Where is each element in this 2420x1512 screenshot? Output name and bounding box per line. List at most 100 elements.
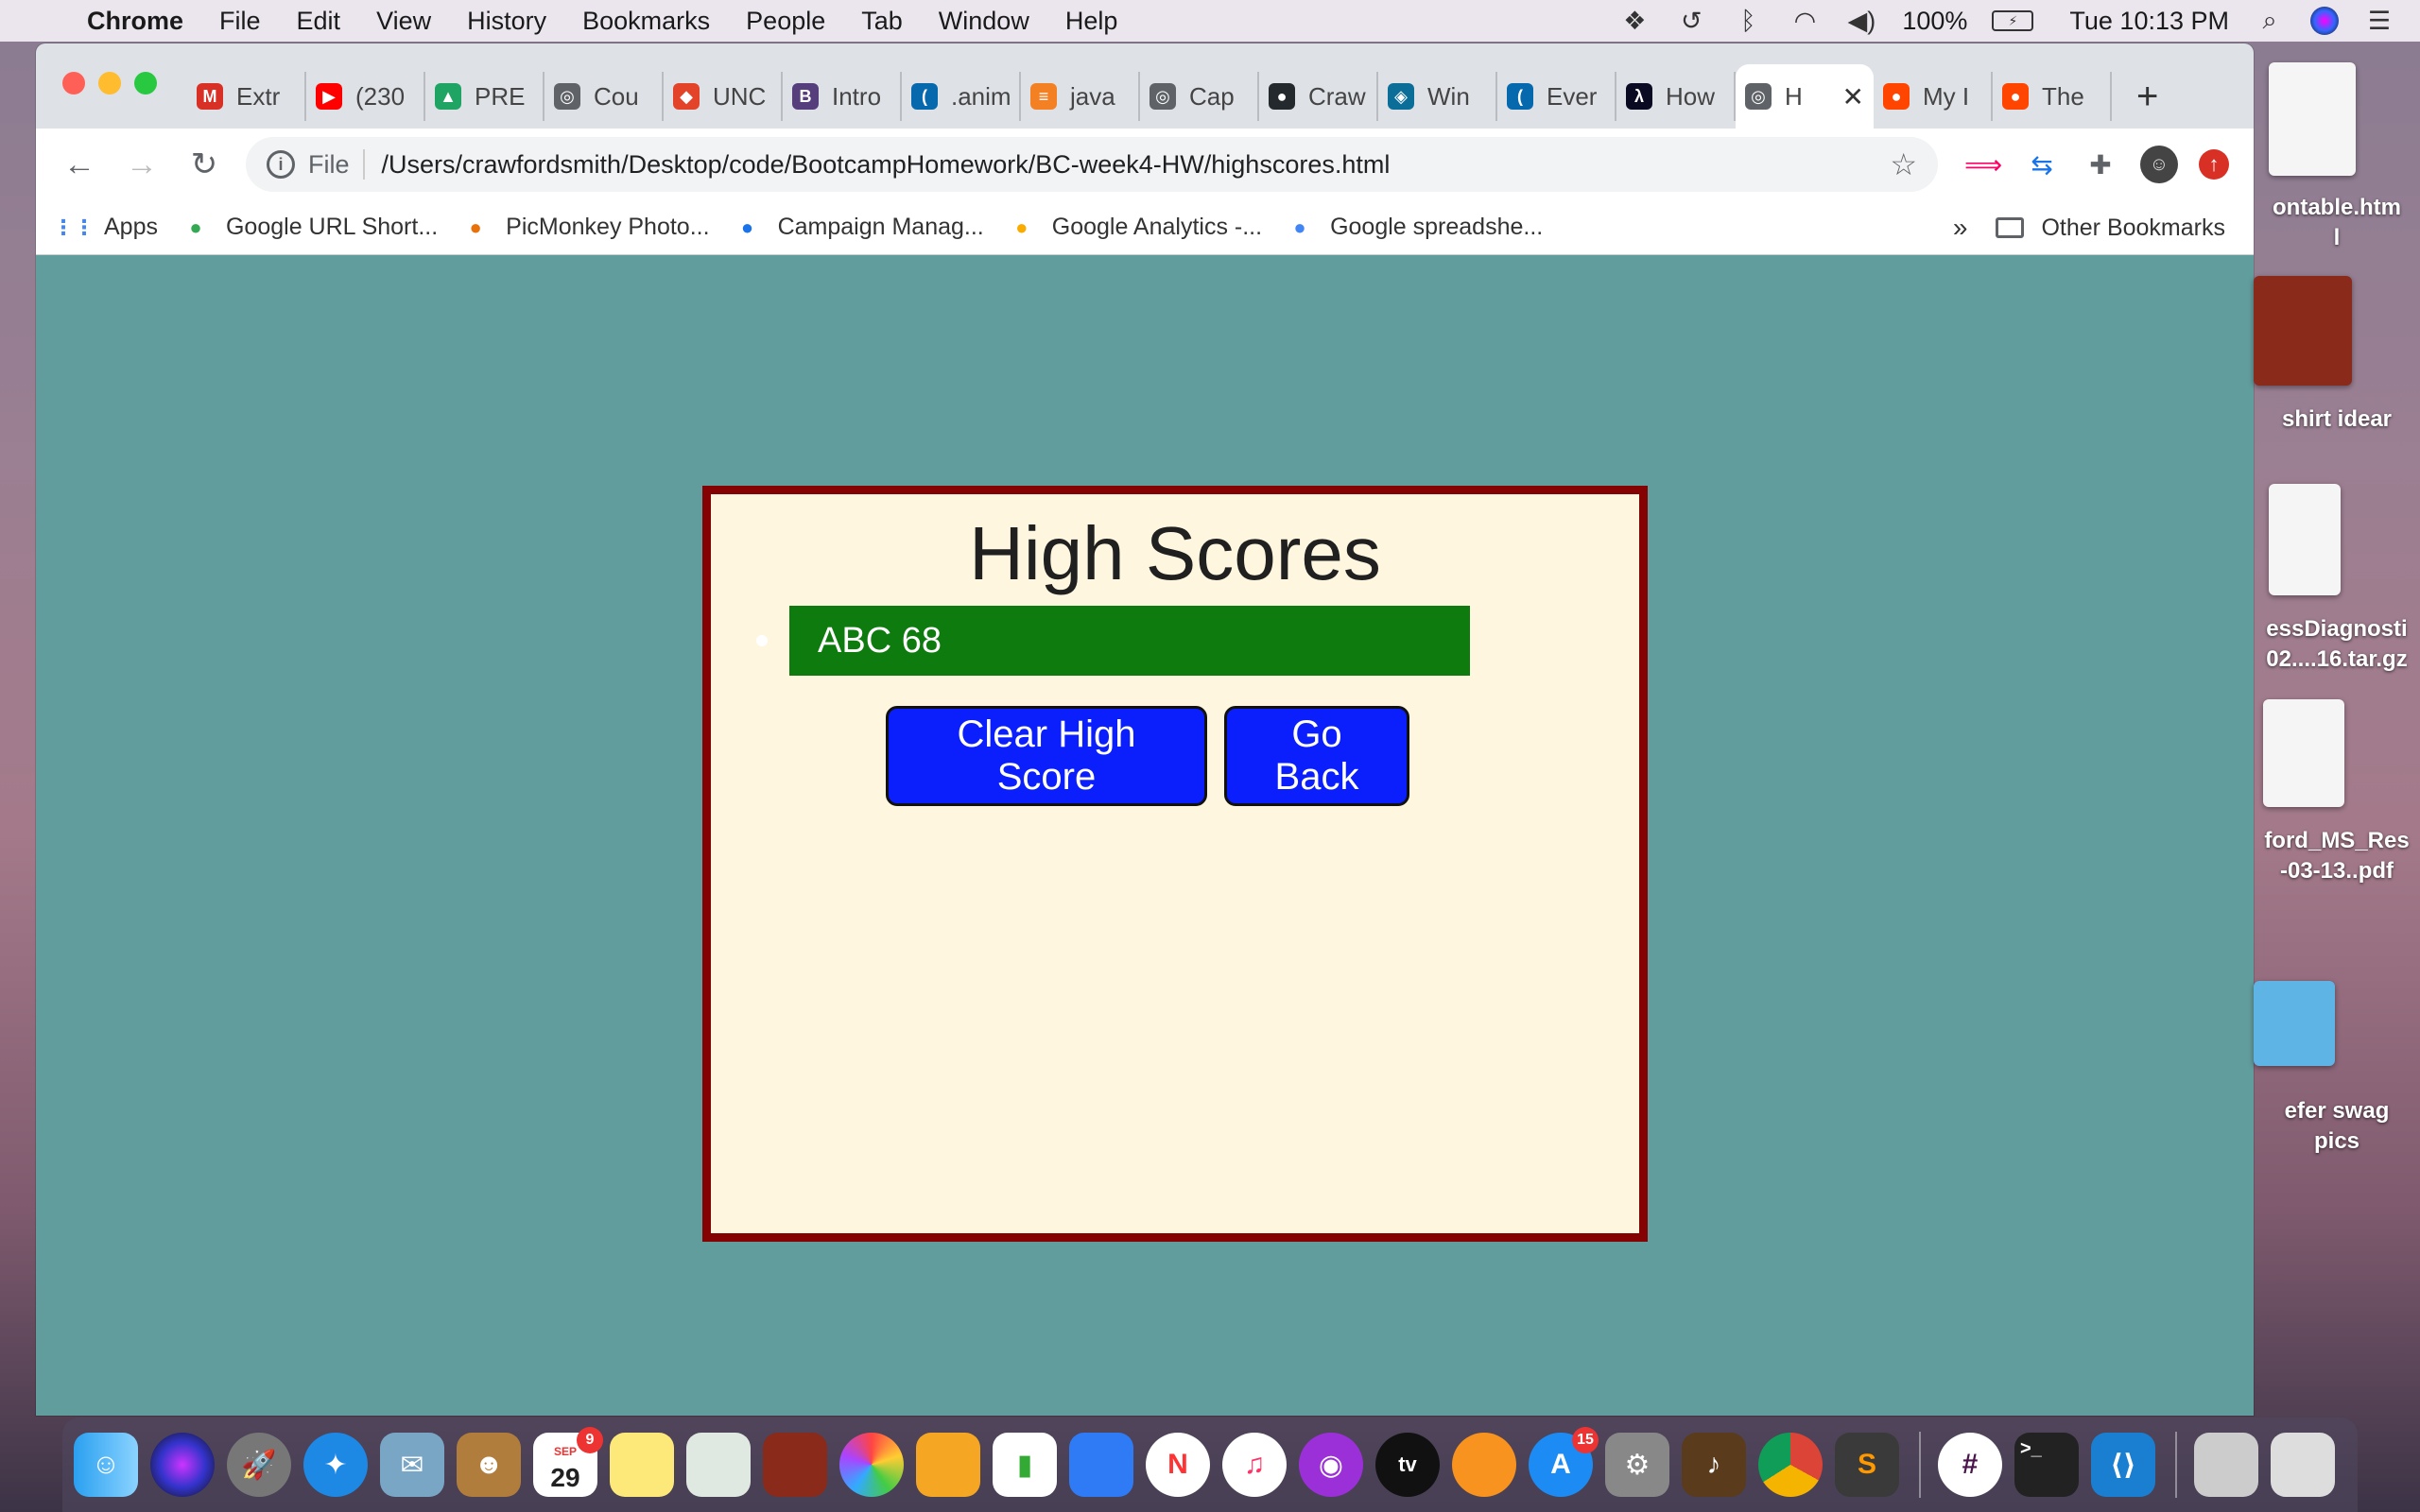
photo-booth-icon[interactable] (763, 1433, 827, 1497)
reload-icon[interactable]: ↻ (185, 146, 223, 183)
image-file-icon[interactable] (2254, 276, 2352, 386)
books-icon[interactable] (1452, 1433, 1516, 1497)
siri-dock-icon[interactable] (150, 1433, 215, 1497)
forward-arrow-icon[interactable]: → (123, 146, 161, 183)
tab-6[interactable]: (.anim (902, 72, 1021, 121)
notification-center-icon[interactable]: ☰ (2363, 7, 2395, 36)
desktop-item-archive[interactable]: essDiagnosti 02....16.tar.gz (2254, 614, 2420, 675)
site-info-icon[interactable]: i (267, 150, 295, 179)
chrome-dock-icon[interactable] (1758, 1433, 1823, 1497)
bookmark-5[interactable]: ● Google spreadshe... (1287, 214, 1543, 241)
bookmark-2[interactable]: ● PicMonkey Photo... (462, 214, 710, 241)
sublime-text-icon[interactable]: S (1835, 1433, 1899, 1497)
menu-people[interactable]: People (746, 7, 825, 36)
menu-edit[interactable]: Edit (297, 7, 341, 36)
bluetooth-icon[interactable]: ᛒ (1732, 7, 1764, 36)
downloads-stack-icon[interactable] (2194, 1433, 2258, 1497)
battery-percent[interactable]: 100% (1902, 7, 1967, 36)
calendar-icon[interactable]: SEP 29 9 (533, 1427, 603, 1497)
spotlight-search-icon[interactable]: ⌕ (2254, 6, 2286, 36)
folder-icon[interactable] (2254, 981, 2335, 1066)
html-file-icon[interactable] (2269, 62, 2356, 176)
trash-icon[interactable] (2271, 1433, 2335, 1497)
terminal-icon[interactable]: >_ (2014, 1433, 2079, 1497)
launchpad-icon[interactable]: 🚀 (227, 1433, 291, 1497)
system-preferences-icon[interactable]: ⚙ (1605, 1433, 1669, 1497)
close-window-button[interactable] (62, 72, 85, 94)
tab-3[interactable]: ◎ Cou (544, 72, 664, 121)
tab-12[interactable]: λ How (1616, 72, 1736, 121)
pdf-file-icon[interactable] (2263, 699, 2344, 807)
siri-icon[interactable] (2310, 7, 2339, 35)
tab-7[interactable]: ≡ java (1021, 72, 1140, 121)
menu-help[interactable]: Help (1065, 7, 1118, 36)
update-icon[interactable]: ↑ (2199, 149, 2229, 180)
photos-icon[interactable] (839, 1433, 904, 1497)
safari-icon[interactable]: ✦ (303, 1433, 368, 1497)
more-bookmarks-chevron-icon[interactable]: » (1953, 213, 1968, 243)
notes-icon[interactable] (610, 1433, 674, 1497)
desktop-item-html[interactable]: ontable.htm l (2254, 193, 2420, 253)
other-bookmarks[interactable]: Other Bookmarks (2041, 215, 2225, 242)
keynote-icon[interactable] (1069, 1433, 1133, 1497)
desktop-item-folder[interactable]: efer swag pics (2254, 1096, 2420, 1157)
clear-high-score-button[interactable]: Clear High Score (886, 706, 1207, 806)
tab-8[interactable]: ◎ Cap (1140, 72, 1259, 121)
tab-9[interactable]: ● Craw (1259, 72, 1378, 121)
tab-11[interactable]: (Ever (1497, 72, 1616, 121)
minimize-window-button[interactable] (98, 72, 121, 94)
battery-icon[interactable]: ⚡ (1992, 10, 2034, 31)
tab-14[interactable]: ● My I (1874, 72, 1993, 121)
bookmark-star-icon[interactable]: ☆ (1890, 146, 1917, 182)
desktop-item-pdf[interactable]: ford_MS_Res -03-13..pdf (2254, 826, 2420, 886)
pages-icon[interactable] (916, 1433, 980, 1497)
tab-10[interactable]: ◈ Win (1378, 72, 1497, 121)
address-bar[interactable]: i File /Users/crawfordsmith/Desktop/code… (246, 137, 1938, 192)
music-icon[interactable]: ♫ (1222, 1433, 1287, 1497)
bookmark-4[interactable]: ● Google Analytics -... (1009, 214, 1262, 241)
tab-2[interactable]: ▲ PRE (425, 72, 544, 121)
app-store-icon[interactable]: A 15 (1529, 1427, 1599, 1497)
numbers-icon[interactable]: ▮ (993, 1433, 1057, 1497)
archive-file-icon[interactable] (2269, 484, 2341, 595)
menu-tab[interactable]: Tab (861, 7, 903, 36)
profile-avatar[interactable]: ☺ (2140, 146, 2178, 183)
bookmark-0[interactable]: ⋮⋮ Apps (53, 214, 158, 241)
menu-file[interactable]: File (219, 7, 261, 36)
menu-history[interactable]: History (467, 7, 546, 36)
go-back-button[interactable]: Go Back (1224, 706, 1409, 806)
tab-5[interactable]: B Intro (783, 72, 902, 121)
vscode-icon[interactable]: ⟨⟩ (2091, 1433, 2155, 1497)
menu-bookmarks[interactable]: Bookmarks (582, 7, 710, 36)
address-url[interactable]: /Users/crawfordsmith/Desktop/code/Bootca… (382, 150, 1391, 180)
tab-4[interactable]: ◆ UNC (664, 72, 783, 121)
menu-window[interactable]: Window (939, 7, 1029, 36)
volume-icon[interactable]: ◀) (1845, 7, 1877, 36)
tab-0[interactable]: M Extr (187, 72, 306, 121)
contacts-icon[interactable]: ☻ (457, 1433, 521, 1497)
time-machine-icon[interactable]: ↺ (1675, 7, 1707, 36)
tab-close-icon[interactable]: ✕ (1842, 81, 1864, 112)
wifi-icon[interactable]: ◠ (1789, 7, 1821, 36)
new-tab-icon[interactable]: + (2136, 76, 2158, 118)
extension-sync-icon[interactable]: ⇆ (2023, 146, 2061, 183)
menubar-clock[interactable]: Tue 10:13 PM (2069, 7, 2229, 36)
mail-icon[interactable]: ✉ (380, 1433, 444, 1497)
desktop-item-image[interactable]: shirt idear (2254, 404, 2420, 435)
zoom-window-button[interactable] (134, 72, 157, 94)
back-arrow-icon[interactable]: ← (60, 146, 98, 183)
slack-icon[interactable]: # (1938, 1433, 2002, 1497)
extension-share-icon[interactable]: ⟹ (1964, 146, 2002, 183)
menu-app-name[interactable]: Chrome (87, 7, 183, 36)
finder-icon[interactable]: ☺ (74, 1433, 138, 1497)
podcasts-icon[interactable]: ◉ (1299, 1433, 1363, 1497)
maps-icon[interactable] (686, 1433, 751, 1497)
extensions-puzzle-icon[interactable]: ✚ (2082, 146, 2119, 183)
news-icon[interactable]: N (1146, 1433, 1210, 1497)
menu-view[interactable]: View (376, 7, 431, 36)
bookmark-1[interactable]: ● Google URL Short... (182, 214, 438, 241)
tab-13[interactable]: ◎ H ✕ (1736, 64, 1874, 129)
apple-tv-icon[interactable]: tv (1375, 1433, 1440, 1497)
tab-15[interactable]: ● The (1993, 72, 2112, 121)
dropbox-icon[interactable]: ❖ (1618, 7, 1651, 36)
